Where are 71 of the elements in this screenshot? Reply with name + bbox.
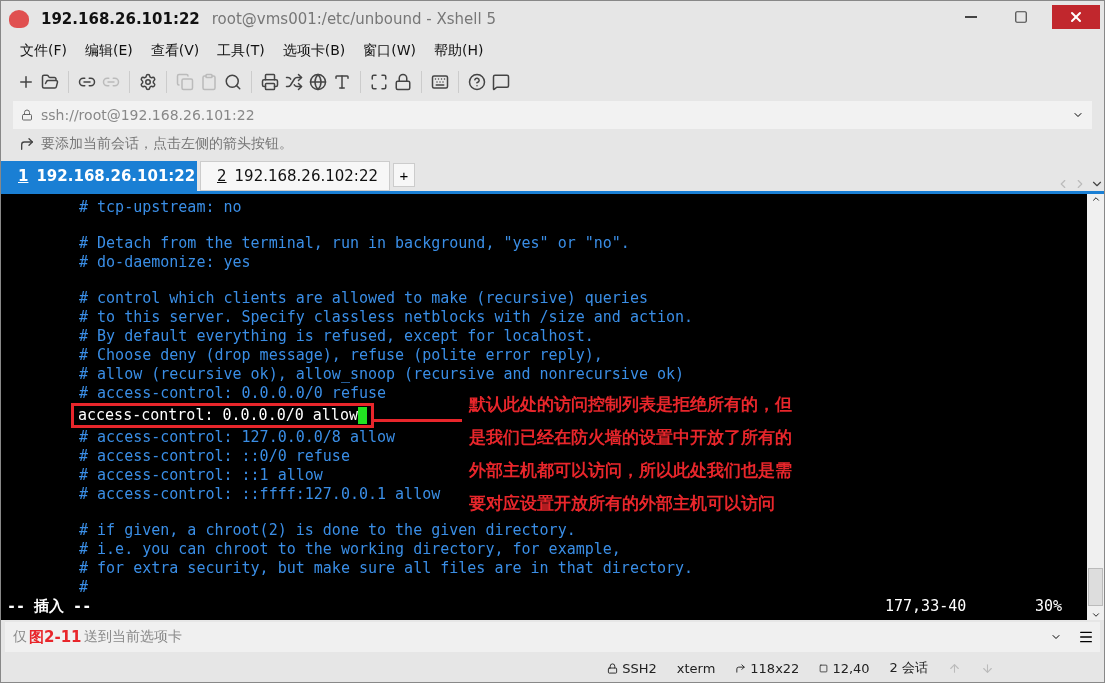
font-icon[interactable] xyxy=(333,73,351,91)
scrollbar[interactable] xyxy=(1087,194,1104,620)
terminal-line: # xyxy=(79,578,89,596)
close-button[interactable] xyxy=(1052,5,1100,29)
settings-icon[interactable] xyxy=(139,73,157,91)
terminal-type: xterm xyxy=(676,660,716,676)
protocol-status: SSH2 xyxy=(622,660,657,676)
maximize-icon xyxy=(1014,10,1028,24)
hint-text: 要添加当前会话，点击左侧的箭头按钮。 xyxy=(41,135,293,153)
app-logo-icon xyxy=(9,10,29,28)
cursor-position: 177,33-40 xyxy=(885,597,968,616)
terminal-line: # access-control: 0.0.0.0/0 refuse xyxy=(79,384,387,402)
annotation-text: 要对应设置开放所有的外部主机可以访问 xyxy=(469,493,776,514)
terminal-line: # access-control: ::0/0 refuse xyxy=(79,447,350,465)
keyboard-icon[interactable] xyxy=(431,73,449,91)
send-field[interactable]: 仅 图2-11 送到当前选项卡 xyxy=(5,622,1100,652)
terminal-line: # allow (recursive ok), allow_snoop (recursive and nonrecursive ok) xyxy=(79,365,685,383)
search-icon[interactable] xyxy=(224,73,242,91)
lock-icon[interactable] xyxy=(394,73,412,91)
terminal-line: # By default everything is refused, except for localhost. xyxy=(79,327,594,345)
help-icon[interactable] xyxy=(468,73,486,91)
lock-icon xyxy=(21,109,33,121)
annotation-text: 外部主机都可以访问，所以此处我们也是需 xyxy=(469,460,792,481)
menu-item[interactable]: 工具(T) xyxy=(210,42,272,60)
terminal-line: # to this server. Specify classless netblocks with /size and action. xyxy=(79,308,694,326)
terminal-line: # control which clients are allowed to make (recursive) queries xyxy=(79,289,648,307)
new-window-icon[interactable] xyxy=(17,73,35,91)
globe-icon[interactable] xyxy=(309,73,327,91)
terminal-line: # access-control: ::1 allow xyxy=(79,466,323,484)
cursor xyxy=(357,407,367,424)
terminal-line: # Choose deny (drop message), refuse (polite error reply), xyxy=(79,346,603,364)
terminal-line: # i.e. you can chroot to the working directory, for example, xyxy=(79,540,621,558)
menu-item[interactable]: 文件(F) xyxy=(13,42,74,60)
terminal-line: # do-daemonize: yes xyxy=(79,253,251,271)
minimize-icon xyxy=(965,16,977,18)
scroll-percent: 30% xyxy=(1035,597,1064,616)
cursor-status: 12,40 xyxy=(832,660,870,676)
fullscreen-icon[interactable] xyxy=(370,73,388,91)
terminal-line: # tcp-upstream: no xyxy=(79,198,242,216)
lock-icon xyxy=(607,662,619,674)
new-tab-button[interactable]: + xyxy=(393,163,415,187)
terminal-line: # for extra security, but make sure all files are in that directory. xyxy=(79,559,694,577)
terminal-line: # Detach from the terminal, run in background, "yes" or "no". xyxy=(79,234,630,252)
session-tab[interactable]: 1 192.168.26.101:22 xyxy=(1,161,197,191)
session-tab[interactable]: 2 192.168.26.102:22 xyxy=(200,161,390,191)
folder-icon[interactable] xyxy=(41,73,59,91)
chat-icon[interactable] xyxy=(492,73,510,91)
scroll-up-icon[interactable] xyxy=(1090,194,1101,204)
printer-icon[interactable] xyxy=(261,73,279,91)
window-title: 192.168.26.101:22 xyxy=(41,10,200,28)
terminal-line: # access-control: 127.0.0.0/8 allow xyxy=(79,428,396,446)
close-icon xyxy=(1068,9,1084,25)
session-count: 2 会话 xyxy=(889,659,928,677)
vim-mode: -- 插入 -- xyxy=(7,597,93,616)
annotation-text: 默认此处的访问控制列表是拒绝所有的，但 xyxy=(469,394,792,415)
menu-item[interactable]: 编辑(E) xyxy=(78,42,140,60)
scroll-down-icon[interactable] xyxy=(1090,610,1101,620)
size-status: 118x22 xyxy=(750,660,800,676)
terminal-line: access-control: 0.0.0.0/0 allow xyxy=(78,406,358,425)
figure-label: 图2-11 xyxy=(29,627,82,647)
arrow-icon[interactable] xyxy=(19,136,35,152)
menu-item[interactable]: 帮助(H) xyxy=(427,42,491,60)
menu-item[interactable]: 查看(V) xyxy=(143,42,207,60)
menu-icon[interactable] xyxy=(1078,629,1094,645)
menu-item[interactable]: 选项卡(B) xyxy=(275,42,353,60)
annotation-text: 是我们已经在防火墙的设置中开放了所有的 xyxy=(469,427,792,448)
menu-item[interactable]: 窗口(W) xyxy=(356,42,424,60)
terminal-line: # access-control: ::ffff:127.0.0.1 allow xyxy=(79,485,441,503)
terminal-line: # if given, a chroot(2) is done to the given directory. xyxy=(79,521,576,539)
scroll-thumb[interactable] xyxy=(1088,568,1103,606)
window-subtitle: root@vms001:/etc/unbound - Xshell 5 xyxy=(211,10,497,28)
